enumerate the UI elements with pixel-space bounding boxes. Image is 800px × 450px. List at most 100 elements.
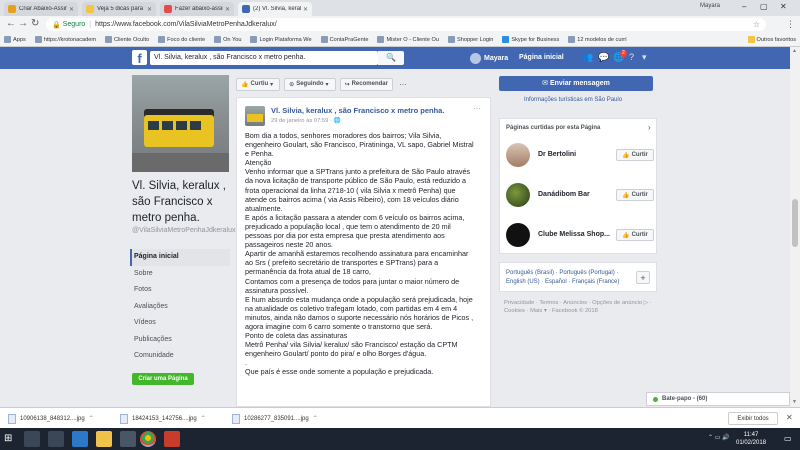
chevron-down-icon[interactable]: ⌃ <box>313 415 318 422</box>
file-explorer-icon[interactable] <box>96 431 112 447</box>
search-icon[interactable] <box>24 431 40 447</box>
close-icon[interactable]: ✕ <box>69 6 74 13</box>
download-item[interactable]: 10286277_835091....jpg ⌃ <box>232 412 340 425</box>
bookmark-item[interactable]: Foco do cliente <box>158 36 205 43</box>
browser-tab-2[interactable]: Veja 5 dicas para fazer ✕ <box>82 2 156 16</box>
footer-links[interactable]: Privacidade · Termos · Anúncios · Opções… <box>504 299 654 315</box>
nav-item-about[interactable]: Sobre <box>130 266 230 283</box>
bookmark-item[interactable]: ContaPraGente <box>320 36 368 43</box>
add-language-button[interactable]: + <box>636 271 650 284</box>
chevron-down-icon[interactable]: ⌃ <box>89 415 94 422</box>
liked-page-avatar[interactable] <box>506 183 530 207</box>
bookmark-star-icon[interactable]: ☆ <box>753 20 760 29</box>
bookmark-item[interactable]: Apps <box>4 36 26 43</box>
app-icon[interactable] <box>164 431 180 447</box>
secure-label: Seguro <box>62 21 86 28</box>
scrollbar-thumb[interactable] <box>792 199 798 247</box>
nav-item-reviews[interactable]: Avaliações <box>130 299 230 316</box>
home-link[interactable]: Página inicial <box>519 54 564 61</box>
nav-item-home[interactable]: Página inicial <box>130 249 230 266</box>
liked-page-name[interactable]: Clube Melissa Shop... <box>538 231 610 238</box>
scroll-down-icon[interactable]: ▼ <box>792 399 797 405</box>
store-icon[interactable] <box>120 431 136 447</box>
recommend-button[interactable]: ↪ Recomendar <box>339 77 393 91</box>
window-user-name[interactable]: Mayara <box>700 3 720 9</box>
post-options-icon[interactable]: ··· <box>473 104 481 113</box>
back-arrow-icon[interactable]: ← <box>6 18 16 29</box>
account-dropdown-icon[interactable]: ▾ <box>642 52 647 63</box>
tourist-info-link[interactable]: Informações turísticas em São Paulo <box>524 97 622 103</box>
browser-tab-1[interactable]: Criar Abaixo-Assinado | ✕ <box>4 2 78 16</box>
profile-link[interactable]: Mayara <box>470 53 508 64</box>
chevron-right-icon[interactable]: › <box>648 123 651 132</box>
close-icon[interactable]: ✕ <box>786 413 793 422</box>
liked-page-avatar[interactable] <box>506 223 530 247</box>
chat-sidebar-toggle[interactable]: Bate-papo - (60) <box>646 392 790 406</box>
search-icon[interactable]: 🔍 <box>378 51 404 65</box>
forward-arrow-icon[interactable]: → <box>18 18 28 29</box>
nav-item-community[interactable]: Comunidade <box>130 348 230 365</box>
post-timestamp[interactable]: 29 de janeiro às 07:59 · 🌐 <box>271 118 341 124</box>
facebook-logo-icon[interactable]: f <box>132 50 147 66</box>
friend-requests-icon[interactable]: 👥 <box>582 52 593 63</box>
like-page-button[interactable]: 👍 Curtir <box>616 229 654 241</box>
bookmark-item[interactable]: Mister O - Cliente Ou <box>377 36 439 43</box>
bookmark-item[interactable]: 12 modelos de currí <box>568 36 627 43</box>
create-page-button[interactable]: Criar uma Página <box>132 373 194 385</box>
browser-tab-3[interactable]: Fazer abaixo-assinado ✕ <box>160 2 234 16</box>
edge-icon[interactable] <box>72 431 88 447</box>
new-tab-button[interactable] <box>316 2 334 16</box>
following-button[interactable]: ⊙ Seguindo ▾ <box>284 77 336 91</box>
browser-tab-4-active[interactable]: (2) Vl. Silvia, keralux , s ✕ <box>238 2 312 16</box>
other-bookmarks[interactable]: Outros favoritos <box>747 36 796 43</box>
send-message-button[interactable]: ✉ Enviar mensagem <box>499 76 653 91</box>
chrome-icon[interactable] <box>140 431 156 447</box>
download-item[interactable]: 18424153_142756....jpg ⌃ <box>120 412 228 425</box>
liked-page-name[interactable]: Danádibom Bar <box>538 191 590 198</box>
bookmark-item[interactable]: Cliente Oculto <box>105 36 149 43</box>
nav-item-posts[interactable]: Publicações <box>130 332 230 349</box>
post-author-name[interactable]: Vl. Silvia, keralux , são Francisco x me… <box>271 106 444 115</box>
close-window-icon[interactable]: ✕ <box>780 2 787 11</box>
liked-page-name[interactable]: Dr Bertolini <box>538 151 576 158</box>
chevron-down-icon[interactable]: ⌃ <box>201 415 206 422</box>
bookmark-item[interactable]: Shopper Login <box>448 36 493 43</box>
address-bar[interactable]: 🔒 Seguro | https://www.facebook.com/Vila… <box>46 18 766 31</box>
page-handle[interactable]: @VilaSilviaMetroPenhaJdkeralux <box>132 226 235 235</box>
close-icon[interactable]: ✕ <box>147 6 152 13</box>
url-text[interactable]: https://www.facebook.com/VilaSilviaMetro… <box>95 21 277 28</box>
reload-icon[interactable]: ↻ <box>31 18 39 29</box>
close-icon[interactable]: ✕ <box>225 6 230 13</box>
close-icon[interactable]: ✕ <box>303 6 308 13</box>
nav-item-photos[interactable]: Fotos <box>130 282 230 299</box>
page-profile-photo[interactable] <box>132 75 229 172</box>
system-tray[interactable]: ⌃ ▭ 🔊 <box>708 434 730 441</box>
messenger-icon[interactable]: 💬 <box>598 52 609 63</box>
windows-start-icon[interactable]: ⊞ <box>4 433 12 444</box>
liked-page-avatar[interactable] <box>506 143 530 167</box>
help-icon[interactable]: ? <box>629 52 634 62</box>
bookmark-item[interactable]: On You <box>214 36 241 43</box>
download-item[interactable]: 10906138_848312....jpg ⌃ <box>8 412 116 425</box>
task-view-icon[interactable] <box>48 431 64 447</box>
bookmark-item[interactable]: Login Plataforma We <box>250 36 312 43</box>
taskbar-clock[interactable]: 11:47 01/02/2018 <box>736 431 766 447</box>
more-options-icon[interactable]: ··· <box>399 80 407 89</box>
facebook-search-input[interactable]: Vl. Silvia, keralux , são Francisco x me… <box>150 51 378 65</box>
browser-menu-icon[interactable]: ⋮ <box>786 19 795 30</box>
bookmark-item[interactable]: Skype for Business <box>502 36 559 43</box>
minimize-icon[interactable]: – <box>742 2 746 11</box>
language-links[interactable]: Português (Brasil) · Português (Portugal… <box>506 269 632 287</box>
like-page-button[interactable]: 👍 Curtir <box>616 189 654 201</box>
bookmark-item[interactable]: https://krotonacadem <box>34 36 96 43</box>
page-scrollbar[interactable]: ▲ ▼ <box>790 47 800 407</box>
show-all-downloads-button[interactable]: Exibir todos <box>728 412 778 425</box>
maximize-icon[interactable]: ▢ <box>760 2 768 11</box>
nav-item-videos[interactable]: Vídeos <box>130 315 230 332</box>
scroll-up-icon[interactable]: ▲ <box>792 48 797 54</box>
liked-pages-title[interactable]: Páginas curtidas por esta Página <box>506 125 600 131</box>
post-author-avatar[interactable] <box>245 106 265 126</box>
action-center-icon[interactable]: ▭ <box>784 434 792 443</box>
liked-button[interactable]: 👍 Curtiu ▾ <box>236 77 281 91</box>
like-page-button[interactable]: 👍 Curtir <box>616 149 654 161</box>
